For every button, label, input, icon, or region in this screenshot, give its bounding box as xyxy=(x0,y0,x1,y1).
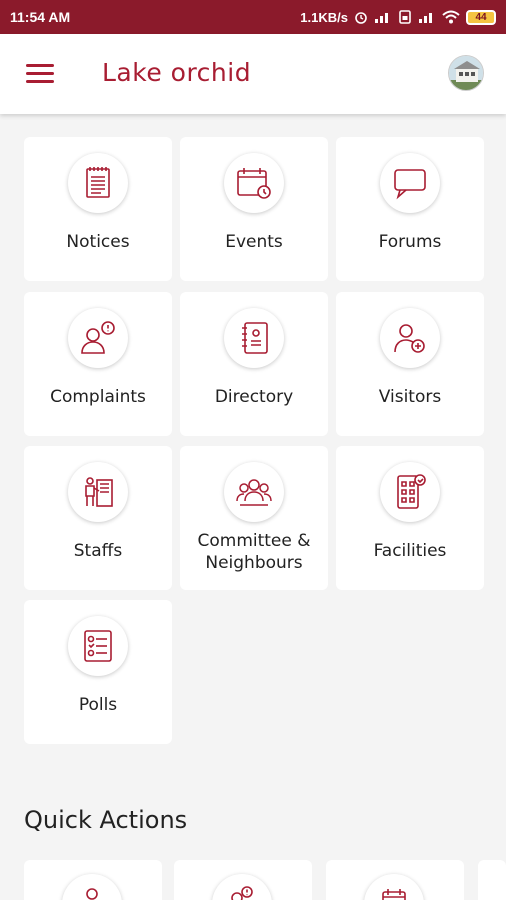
quick-action-card-1[interactable] xyxy=(24,860,162,900)
battery-icon: 44 xyxy=(466,9,496,25)
alarm-icon xyxy=(354,10,368,24)
app-bar: Lake orchid xyxy=(0,34,506,114)
tile-label-line2: Neighbours xyxy=(205,553,303,573)
facilities-building-icon xyxy=(380,462,440,522)
sim-icon xyxy=(398,10,412,24)
complaint-icon xyxy=(212,874,272,900)
page-title: Lake orchid xyxy=(102,58,252,87)
signal-icon xyxy=(374,11,392,23)
quick-action-card-2[interactable] xyxy=(174,860,312,900)
module-tile-complaints[interactable]: Complaints xyxy=(24,292,172,436)
committee-group-icon xyxy=(224,462,284,522)
forums-chat-icon xyxy=(380,153,440,213)
module-tile-committee[interactable]: Committee & Neighbours xyxy=(180,446,328,590)
module-tile-forums[interactable]: Forums xyxy=(336,137,484,281)
calendar-icon xyxy=(364,874,424,900)
network-speed: 1.1KB/s xyxy=(300,9,348,25)
quick-action-card-3[interactable] xyxy=(326,860,464,900)
tile-label: Staffs xyxy=(73,541,123,561)
module-tile-staffs[interactable]: Staffs xyxy=(24,446,172,590)
status-bar: 11:54 AM 1.1KB/s 44 xyxy=(0,0,506,34)
complaints-icon xyxy=(68,308,128,368)
polls-checklist-icon xyxy=(68,616,128,676)
signal-2-icon xyxy=(418,11,436,23)
quick-action-card-4[interactable] xyxy=(478,860,506,900)
tile-label: Polls xyxy=(78,695,118,715)
tile-label: Visitors xyxy=(378,387,442,407)
tile-label: Facilities xyxy=(373,541,447,561)
tile-label: Committee & Neighbours xyxy=(180,530,328,574)
directory-book-icon xyxy=(224,308,284,368)
events-calendar-icon xyxy=(224,153,284,213)
module-tile-visitors[interactable]: Visitors xyxy=(336,292,484,436)
tile-label: Notices xyxy=(66,232,130,252)
status-time: 11:54 AM xyxy=(10,9,71,25)
profile-avatar[interactable] xyxy=(448,55,484,91)
tile-label: Directory xyxy=(214,387,294,407)
visitors-add-user-icon xyxy=(380,308,440,368)
status-indicators: 1.1KB/s 44 xyxy=(300,9,496,25)
tile-label: Forums xyxy=(378,232,442,252)
module-tile-directory[interactable]: Directory xyxy=(180,292,328,436)
tile-label-line1: Committee & xyxy=(197,531,311,551)
quick-actions-title: Quick Actions xyxy=(24,806,188,834)
staffs-icon xyxy=(68,462,128,522)
wifi-icon xyxy=(442,10,460,24)
module-tile-facilities[interactable]: Facilities xyxy=(336,446,484,590)
tile-label: Events xyxy=(225,232,283,252)
user-icon xyxy=(62,874,122,900)
hamburger-menu-icon[interactable] xyxy=(26,64,54,84)
tile-label: Complaints xyxy=(50,387,146,407)
module-tile-events[interactable]: Events xyxy=(180,137,328,281)
module-tile-notices[interactable]: Notices xyxy=(24,137,172,281)
module-tile-polls[interactable]: Polls xyxy=(24,600,172,744)
notices-icon xyxy=(68,153,128,213)
